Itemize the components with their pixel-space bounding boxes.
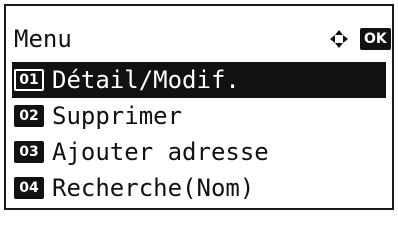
menu-item-supprimer[interactable]: 02 Supprimer: [12, 98, 386, 134]
menu-item-recherche-nom[interactable]: 04 Recherche(Nom): [12, 170, 386, 206]
menu-item-label: Ajouter adresse: [52, 138, 269, 166]
header: Menu OK: [12, 24, 391, 54]
menu-list: 01 Détail/Modif. 02 Supprimer 03 Ajouter…: [12, 62, 386, 206]
menu-title: Menu: [14, 25, 72, 53]
menu-item-label: Recherche(Nom): [52, 174, 255, 202]
item-number-badge: 02: [14, 105, 44, 127]
item-number-badge: 03: [14, 141, 44, 163]
ok-icon: OK: [360, 28, 391, 50]
four-way-arrow-icon: [330, 30, 348, 48]
menu-item-detail-modif[interactable]: 01 Détail/Modif.: [12, 62, 386, 98]
lcd-screen: Menu OK 01 Détail/Modif. 02 Supprimer 03…: [4, 4, 394, 210]
menu-item-label: Détail/Modif.: [52, 66, 240, 94]
item-number-badge: 04: [14, 177, 44, 199]
menu-item-ajouter-adresse[interactable]: 03 Ajouter adresse: [12, 134, 386, 170]
item-number-badge: 01: [14, 69, 44, 91]
menu-item-label: Supprimer: [52, 102, 183, 130]
